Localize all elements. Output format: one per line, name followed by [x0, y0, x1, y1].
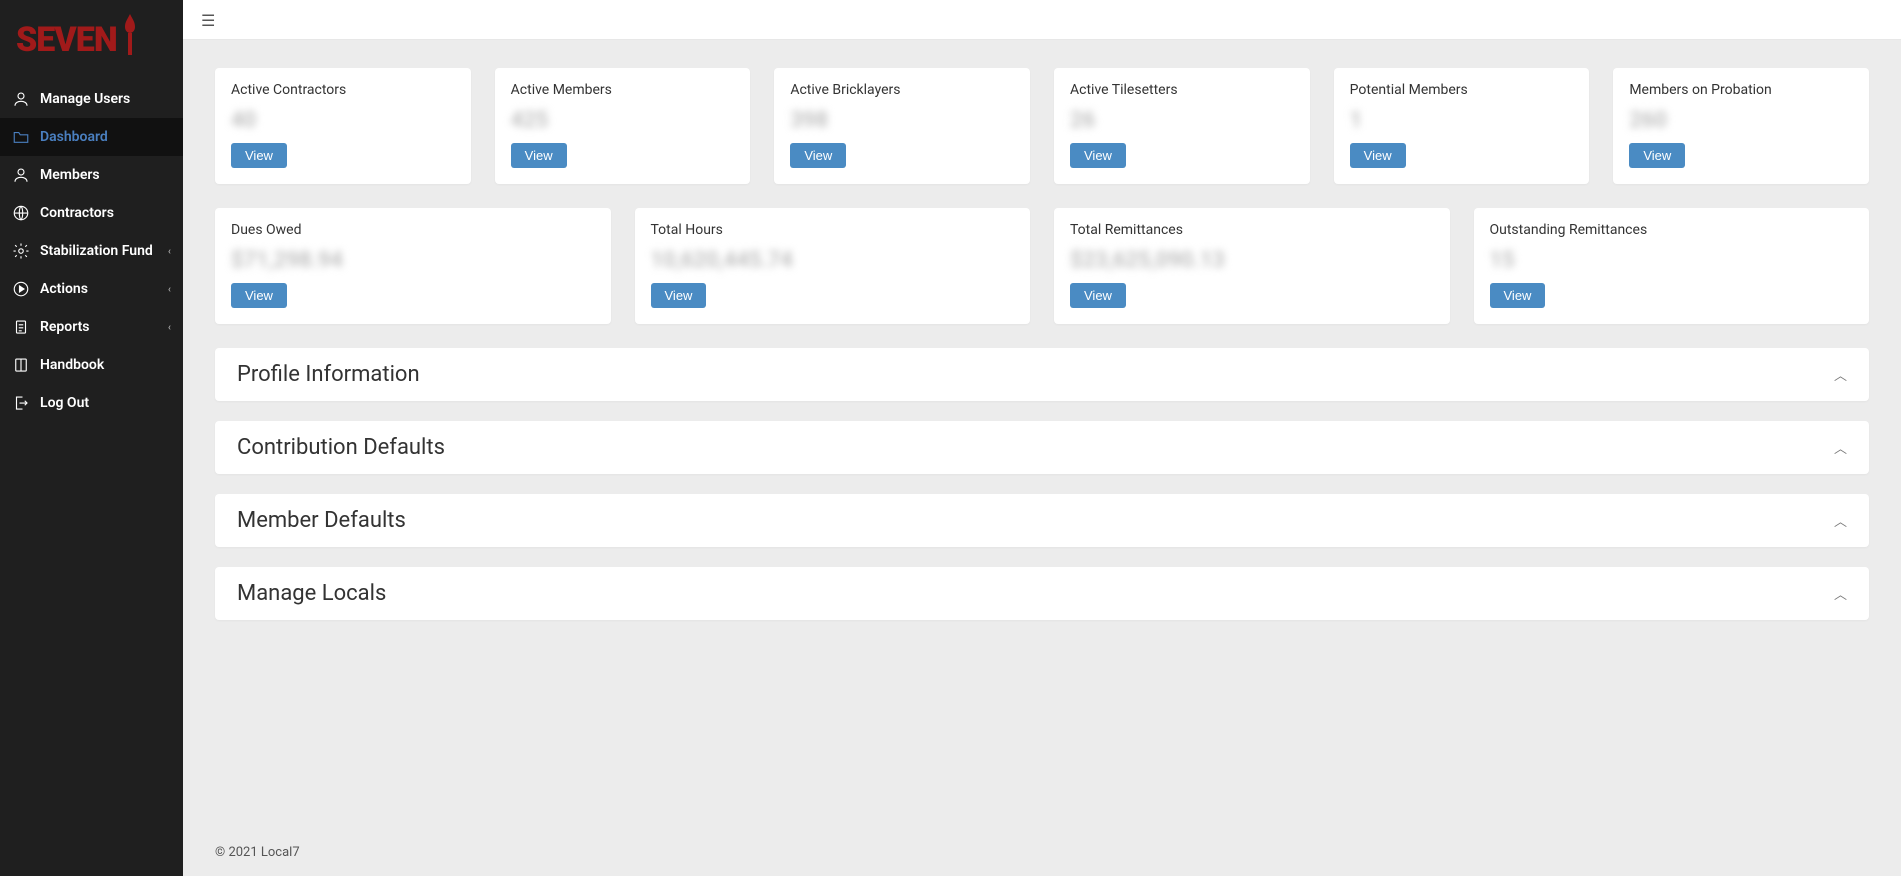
view-button[interactable]: View [651, 283, 707, 308]
card-members-probation: Members on Probation 260 View [1613, 68, 1869, 184]
nav-logout[interactable]: Log Out [0, 384, 183, 422]
card-title: Active Tilesetters [1070, 82, 1294, 98]
view-button[interactable]: View [231, 283, 287, 308]
card-value: 425 [511, 108, 735, 133]
card-title: Dues Owed [231, 222, 595, 238]
card-value: 398 [790, 108, 1014, 133]
footer-text: © 2021 Local7 [215, 845, 300, 860]
view-button[interactable]: View [790, 143, 846, 168]
card-active-contractors: Active Contractors 40 View [215, 68, 471, 184]
nav-label: Contractors [40, 205, 114, 221]
card-value: 26 [1070, 108, 1294, 133]
chevron-up-icon: ︿ [1834, 438, 1847, 457]
nav-label: Reports [40, 319, 90, 335]
card-title: Active Members [511, 82, 735, 98]
nav-label: Actions [40, 281, 88, 297]
panel-header[interactable]: Manage Locals ︿ [215, 567, 1869, 620]
card-active-members: Active Members 425 View [495, 68, 751, 184]
chevron-up-icon: ︿ [1834, 584, 1847, 603]
view-button[interactable]: View [1490, 283, 1546, 308]
card-value: $23,625,090.13 [1070, 248, 1434, 273]
footer: © 2021 Local7 [183, 837, 1901, 876]
nav-stabilization-fund[interactable]: Stabilization Fund ‹ [0, 232, 183, 270]
chevron-up-icon: ︿ [1834, 365, 1847, 384]
card-value: 40 [231, 108, 455, 133]
view-button[interactable]: View [511, 143, 567, 168]
play-icon [12, 280, 30, 298]
card-title: Outstanding Remittances [1490, 222, 1854, 238]
panel-profile-information: Profile Information ︿ [215, 348, 1869, 401]
chevron-left-icon: ‹ [168, 284, 171, 295]
nav-label: Handbook [40, 357, 104, 373]
nav-list: Manage Users Dashboard Members Contracto… [0, 80, 183, 422]
topbar: ☰ [183, 0, 1901, 40]
view-button[interactable]: View [1070, 143, 1126, 168]
card-title: Active Contractors [231, 82, 455, 98]
card-value: $71,298.94 [231, 248, 595, 273]
panel-contribution-defaults: Contribution Defaults ︿ [215, 421, 1869, 474]
card-title: Members on Probation [1629, 82, 1853, 98]
panel-member-defaults: Member Defaults ︿ [215, 494, 1869, 547]
card-total-hours: Total Hours 10,620,445.74 View [635, 208, 1031, 324]
card-title: Total Hours [651, 222, 1015, 238]
main-area: ☰ Active Contractors 40 View Active Memb… [183, 0, 1901, 876]
torch-icon [121, 14, 139, 56]
globe-icon [12, 204, 30, 222]
view-button[interactable]: View [1350, 143, 1406, 168]
card-value: 15 [1490, 248, 1854, 273]
nav-dashboard[interactable]: Dashboard [0, 118, 183, 156]
card-title: Active Bricklayers [790, 82, 1014, 98]
card-active-tilesetters: Active Tilesetters 26 View [1054, 68, 1310, 184]
card-title: Total Remittances [1070, 222, 1434, 238]
panel-header[interactable]: Member Defaults ︿ [215, 494, 1869, 547]
book-icon [12, 356, 30, 374]
brand-name: SEVEN [16, 20, 117, 60]
panel-title: Profile Information [237, 362, 420, 387]
stats-row-1: Active Contractors 40 View Active Member… [215, 68, 1869, 184]
card-value: 10,620,445.74 [651, 248, 1015, 273]
folder-icon [12, 128, 30, 146]
panel-header[interactable]: Contribution Defaults ︿ [215, 421, 1869, 474]
view-button[interactable]: View [231, 143, 287, 168]
card-total-remittances: Total Remittances $23,625,090.13 View [1054, 208, 1450, 324]
nav-actions[interactable]: Actions ‹ [0, 270, 183, 308]
brand-logo: SEVEN [0, 0, 183, 80]
nav-label: Manage Users [40, 91, 130, 107]
nav-manage-users[interactable]: Manage Users [0, 80, 183, 118]
card-value: 260 [1629, 108, 1853, 133]
nav-contractors[interactable]: Contractors [0, 194, 183, 232]
panel-header[interactable]: Profile Information ︿ [215, 348, 1869, 401]
nav-label: Dashboard [40, 129, 108, 145]
panel-title: Manage Locals [237, 581, 386, 606]
card-dues-owed: Dues Owed $71,298.94 View [215, 208, 611, 324]
chevron-left-icon: ‹ [168, 246, 171, 257]
nav-members[interactable]: Members [0, 156, 183, 194]
nav-label: Stabilization Fund [40, 243, 153, 259]
panel-title: Contribution Defaults [237, 435, 445, 460]
clipboard-icon [12, 318, 30, 336]
chevron-left-icon: ‹ [168, 322, 171, 333]
card-active-bricklayers: Active Bricklayers 398 View [774, 68, 1030, 184]
card-potential-members: Potential Members 1 View [1334, 68, 1590, 184]
view-button[interactable]: View [1629, 143, 1685, 168]
card-title: Potential Members [1350, 82, 1574, 98]
logout-icon [12, 394, 30, 412]
nav-label: Members [40, 167, 100, 183]
content: Active Contractors 40 View Active Member… [183, 40, 1901, 837]
nav-reports[interactable]: Reports ‹ [0, 308, 183, 346]
nav-label: Log Out [40, 395, 89, 411]
gear-icon [12, 242, 30, 260]
chevron-up-icon: ︿ [1834, 511, 1847, 530]
user-icon [12, 90, 30, 108]
menu-toggle-icon[interactable]: ☰ [201, 13, 219, 27]
panel-title: Member Defaults [237, 508, 406, 533]
user-icon [12, 166, 30, 184]
nav-handbook[interactable]: Handbook [0, 346, 183, 384]
card-outstanding-remittances: Outstanding Remittances 15 View [1474, 208, 1870, 324]
panel-manage-locals: Manage Locals ︿ [215, 567, 1869, 620]
view-button[interactable]: View [1070, 283, 1126, 308]
stats-row-2: Dues Owed $71,298.94 View Total Hours 10… [215, 208, 1869, 324]
sidebar: SEVEN Manage Users Dashboard [0, 0, 183, 876]
card-value: 1 [1350, 108, 1574, 133]
